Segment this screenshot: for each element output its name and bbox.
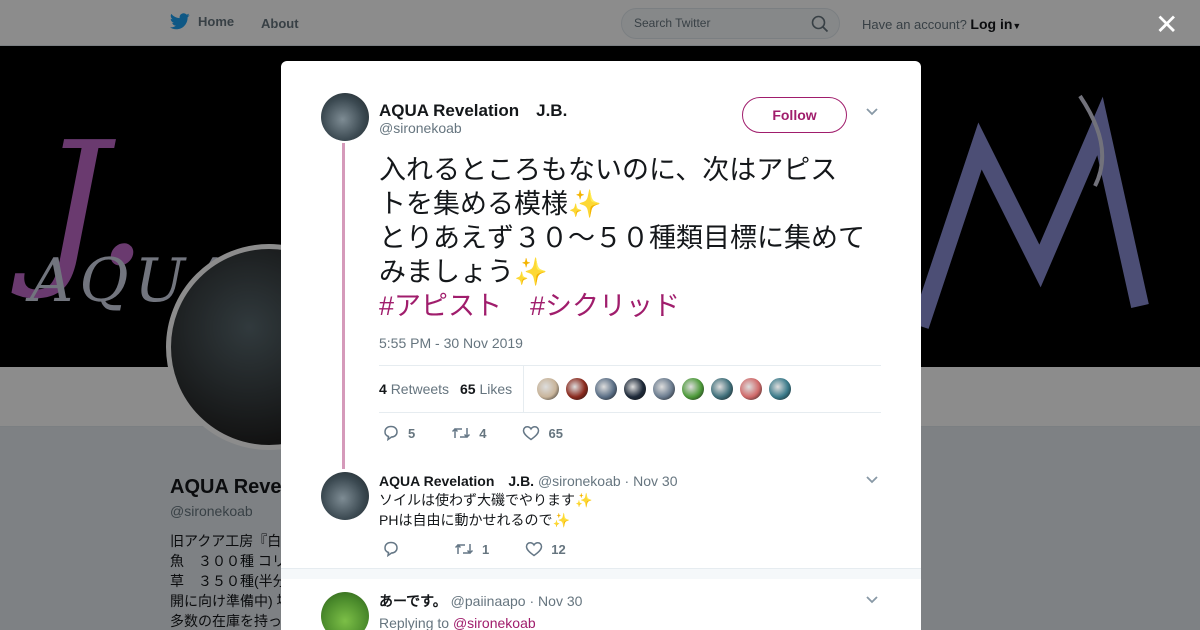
- retweet-icon: [454, 543, 474, 555]
- reply-date[interactable]: Nov 30: [633, 473, 677, 489]
- liker-avatar[interactable]: [594, 377, 618, 401]
- liker-avatar[interactable]: [565, 377, 589, 401]
- close-icon[interactable]: ✕: [1155, 11, 1178, 39]
- retweet-count: 4: [479, 425, 487, 441]
- reply-tweet[interactable]: あーです。 @paiinaapo · Nov 30 Replying to @s…: [281, 579, 921, 630]
- tweet-actions: 5 4 65: [382, 425, 599, 441]
- reply-text: ソイルは使わず大磯でやります✨ PHは自由に動かせれるので✨: [379, 490, 592, 530]
- reply-icon: [384, 425, 398, 441]
- reply-author-handle[interactable]: @sironekoab: [538, 473, 621, 489]
- liker-avatar[interactable]: [710, 377, 734, 401]
- reply-header: AQUA Revelation J.B. @sironekoab · Nov 3…: [379, 473, 678, 489]
- chevron-down-icon[interactable]: [865, 475, 879, 485]
- retweet-count: 1: [482, 541, 490, 557]
- reply-header: あーです。 @paiinaapo · Nov 30: [379, 593, 583, 609]
- author-avatar[interactable]: [321, 93, 369, 141]
- reply-author-name[interactable]: AQUA Revelation J.B.: [379, 473, 534, 489]
- liker-avatar[interactable]: [681, 377, 705, 401]
- retweet-icon: [452, 427, 471, 439]
- retweet-action[interactable]: 4: [451, 426, 486, 441]
- tweet-text-line: トを集める模様✨: [379, 189, 602, 219]
- liker-avatars: [536, 377, 792, 401]
- reply-text-line: ソイルは使わず大磯でやります✨: [379, 492, 593, 508]
- tweet-text-line: とりあえず３０～５０種類目標に集めて: [379, 223, 865, 253]
- hashtag-row: #アピスト #シクリッド: [379, 289, 884, 323]
- reply-avatar[interactable]: [321, 472, 369, 520]
- chevron-down-icon[interactable]: [865, 107, 879, 117]
- like-count: 12: [551, 541, 566, 557]
- liker-avatar[interactable]: [739, 377, 763, 401]
- heart-icon: [523, 426, 540, 441]
- retweets-stat[interactable]: 4 Retweets: [379, 381, 449, 397]
- tweet-text-line: みましょう✨: [379, 257, 548, 287]
- likes-count: 65: [460, 381, 476, 397]
- reply-avatar[interactable]: [321, 592, 369, 630]
- tweet-stats: 4 Retweets 65 Likes: [379, 365, 881, 413]
- tweet-timestamp[interactable]: 5:55 PM - 30 Nov 2019: [379, 335, 523, 351]
- retweets-count: 4: [379, 381, 387, 397]
- reply-separator: [281, 569, 921, 579]
- hashtag-link[interactable]: #シクリッド: [530, 291, 680, 321]
- reply-action[interactable]: [382, 541, 418, 557]
- reply-count: 5: [408, 425, 416, 441]
- liker-avatar[interactable]: [768, 377, 792, 401]
- follow-button[interactable]: Follow: [742, 97, 847, 133]
- retweets-label: Retweets: [390, 381, 450, 397]
- replying-to-handle[interactable]: @sironekoab: [453, 615, 536, 630]
- stats-divider: [523, 366, 524, 412]
- liker-avatar[interactable]: [536, 377, 560, 401]
- tweet-text-line: 入れるところもないのに、次はアピス: [379, 155, 838, 185]
- replying-to: Replying to @sironekoab: [379, 615, 536, 630]
- replying-prefix: Replying to: [379, 615, 450, 630]
- reply-text-line: PHは自由に動かせれるので✨: [379, 512, 570, 528]
- liker-avatar[interactable]: [652, 377, 676, 401]
- reply-action[interactable]: 5: [382, 425, 415, 441]
- likes-label: Likes: [479, 381, 513, 397]
- like-action[interactable]: 12: [525, 541, 566, 557]
- retweet-action[interactable]: 1: [454, 542, 489, 557]
- like-count: 65: [548, 425, 563, 441]
- reply-author-handle[interactable]: @paiinaapo: [451, 593, 526, 609]
- liker-avatar[interactable]: [623, 377, 647, 401]
- reply-date[interactable]: Nov 30: [538, 593, 582, 609]
- likes-stat[interactable]: 65 Likes: [460, 381, 512, 397]
- tweet-modal: AQUA Revelation J.B. @sironekoab Follow …: [281, 61, 921, 630]
- thread-line: [342, 143, 345, 469]
- chevron-down-icon[interactable]: [865, 595, 879, 605]
- heart-icon: [525, 542, 543, 557]
- tweet-text: 入れるところもないのに、次はアピス トを集める模様✨ とりあえず３０～５０種類目…: [379, 153, 884, 323]
- like-action[interactable]: 65: [522, 425, 563, 441]
- hashtag-link[interactable]: #アピスト: [379, 291, 502, 321]
- author-handle[interactable]: @sironekoab: [379, 120, 462, 136]
- reply-actions: 1 12: [382, 541, 602, 557]
- reply-icon: [384, 541, 398, 557]
- reply-author-name[interactable]: あーです。: [379, 593, 447, 609]
- author-name[interactable]: AQUA Revelation J.B.: [379, 96, 567, 121]
